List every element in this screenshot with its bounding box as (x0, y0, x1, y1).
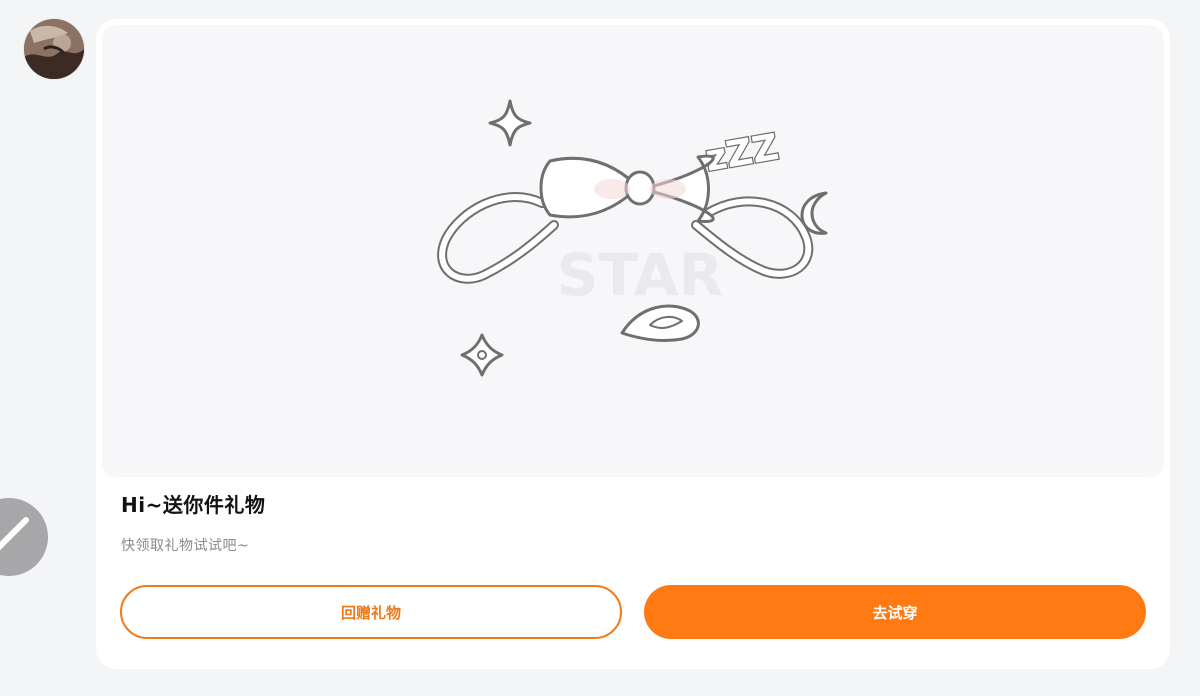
avatar[interactable] (24, 19, 84, 79)
edit-icon (0, 517, 29, 551)
bow-illustration: STAR zZZ (437, 99, 828, 377)
avatar-image (24, 19, 84, 79)
try-on-button-label: 去试穿 (872, 603, 918, 622)
try-on-button[interactable]: 去试穿 (644, 585, 1146, 639)
chat-page: STAR zZZ Hi~送你件礼物 快领取礼物试试吧~ 回赠礼物 去试穿 (0, 0, 1200, 696)
return-gift-button-label: 回赠礼物 (340, 603, 401, 622)
diamond-sparkle-icon (460, 333, 504, 377)
card-subtitle: 快领取礼物试试吧~ (121, 538, 250, 554)
gift-illustration: STAR zZZ (102, 25, 1164, 477)
return-gift-button[interactable]: 回赠礼物 (120, 585, 622, 639)
paisley-icon (620, 304, 700, 343)
gift-card: STAR zZZ Hi~送你件礼物 快领取礼物试试吧~ 回赠礼物 去试穿 (96, 19, 1170, 669)
edit-bubble[interactable] (0, 498, 48, 576)
sparkle-icon (488, 99, 532, 147)
card-title: Hi~送你件礼物 (121, 493, 266, 517)
bow-icon (539, 154, 715, 223)
sleep-text: zZZ (702, 127, 781, 180)
watermark-text: STAR (557, 241, 723, 309)
